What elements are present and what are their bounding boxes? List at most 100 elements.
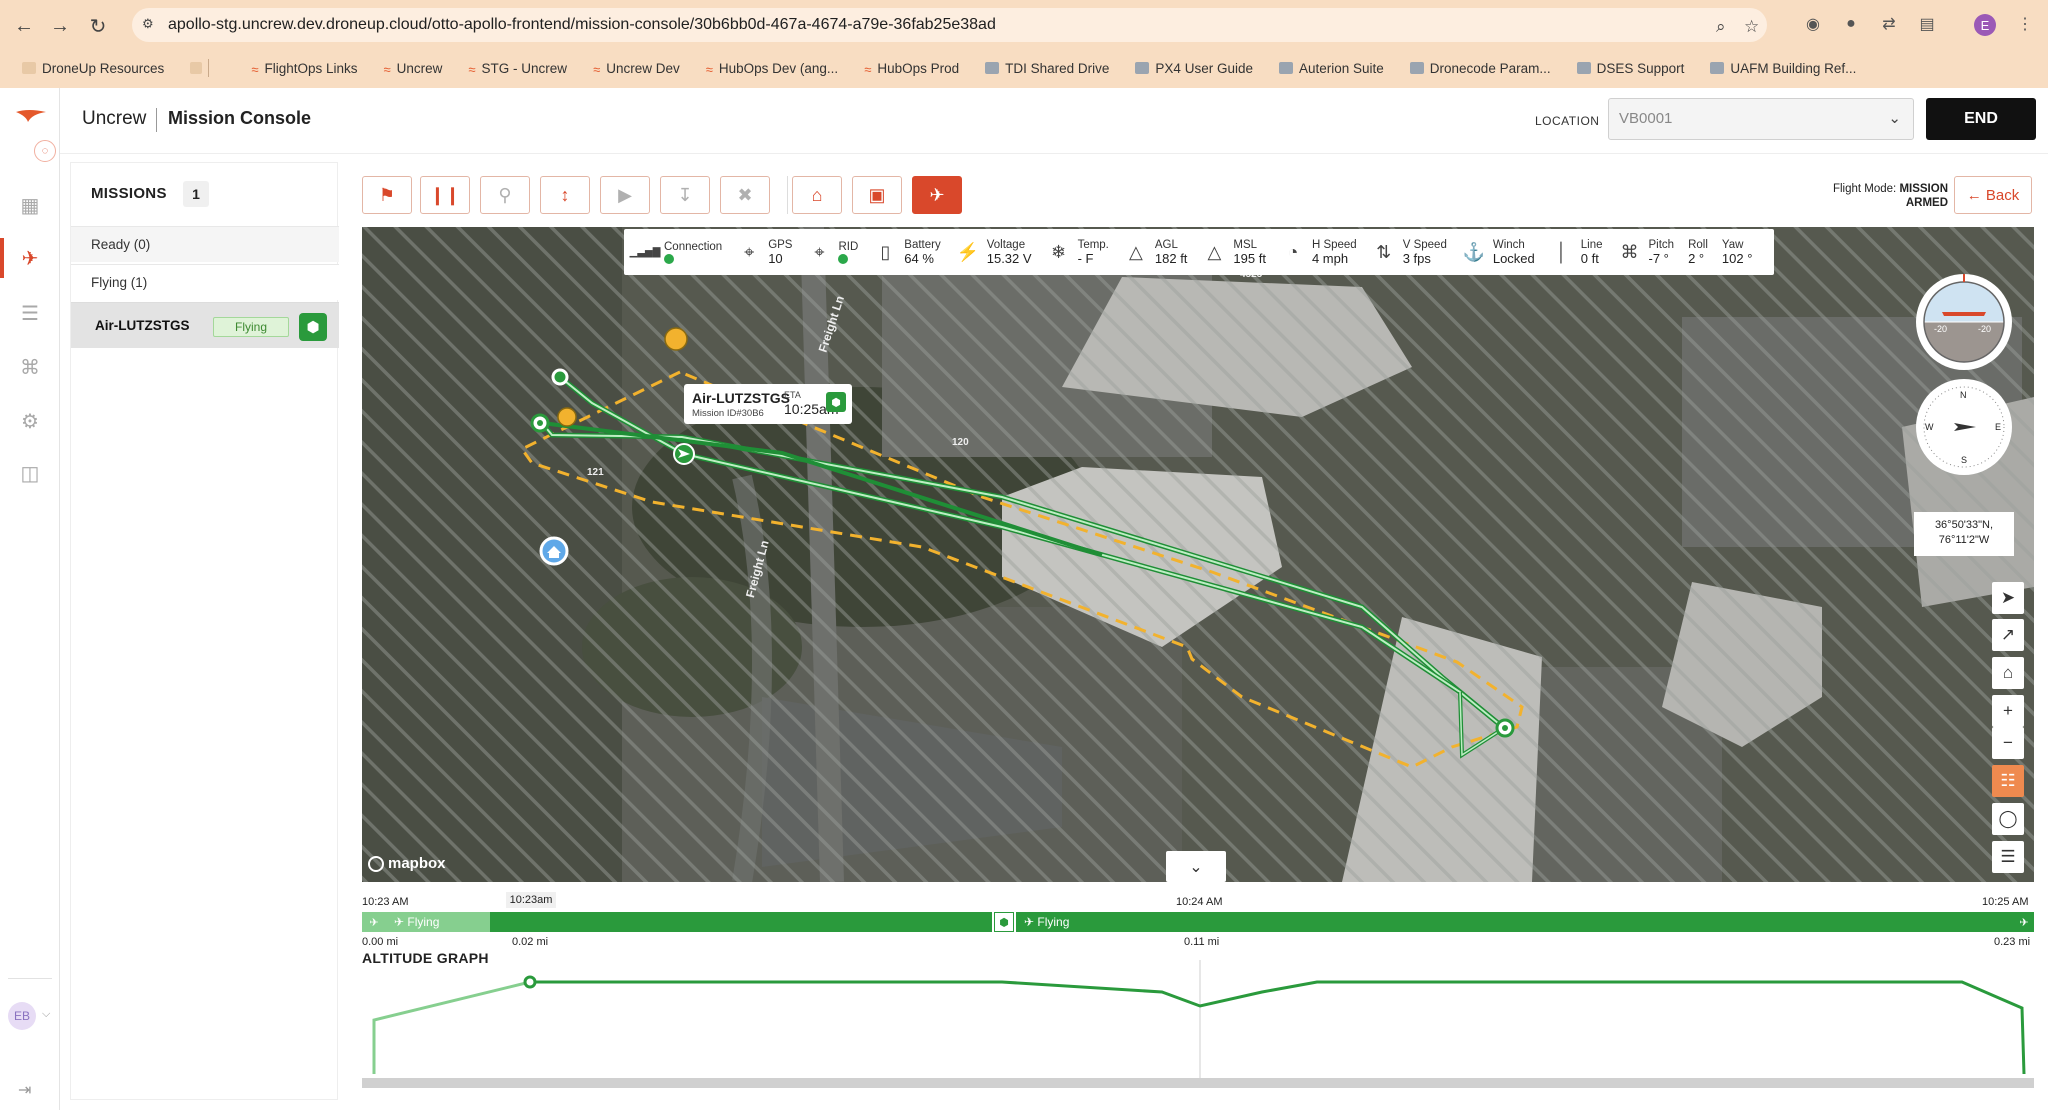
collapse-map-button[interactable]: ⌄ — [1166, 851, 1226, 882]
home-icon[interactable]: ⌂ — [1992, 657, 2024, 689]
list-icon[interactable]: ☰ — [1992, 841, 2024, 873]
pause-icon[interactable]: ❙❙ — [420, 176, 470, 214]
gps-icon: ⌖ — [744, 241, 755, 262]
hub-icon[interactable]: ◫ — [14, 458, 46, 488]
hazard-marker[interactable] — [664, 327, 688, 351]
layers-icon[interactable]: ☷ — [1992, 765, 2024, 797]
bookmark-item[interactable]: TDI Shared Drive — [985, 61, 1109, 76]
bookmark-item[interactable]: UAFM Building Ref... — [1710, 61, 1856, 76]
menu-dots-icon[interactable]: ⋮ — [2014, 13, 2036, 35]
telemetry-item: ▁▃▅▇ Connection — [630, 239, 722, 265]
status-badge: Flying — [213, 317, 289, 337]
zoom-icon[interactable]: ⌕ — [1716, 17, 1726, 37]
back-button[interactable]: ← Back — [1954, 176, 2032, 214]
land-here-icon[interactable]: ▣ — [852, 176, 902, 214]
mission-map[interactable]: Freight Ln Freight Ln 4525 121 120 ▁▃▅▇C… — [362, 227, 2034, 882]
bookmark-item[interactable]: ≈ FlightOps Links — [251, 61, 357, 78]
reload-icon[interactable]: ↻ — [84, 12, 112, 40]
return-home-icon[interactable]: ⌂ — [792, 176, 842, 214]
bookmark-item[interactable]: Auterion Suite — [1278, 61, 1384, 76]
telemetry-item: ⚡ Voltage 15.32 V — [955, 238, 1032, 266]
coordinates-readout: 36°50'33"N, 76°11'2"W — [1914, 512, 2014, 556]
zoom-in-icon[interactable]: + — [1992, 695, 2024, 727]
drone-nav-icon[interactable]: ✈ — [14, 243, 46, 273]
return-segment[interactable]: ✈ Flying — [1016, 912, 2016, 932]
distance-end: 0.23 mi — [1994, 936, 2031, 948]
forward-arrow-icon[interactable]: → — [46, 12, 74, 40]
chevron-down-icon[interactable]: ⌵ — [42, 1008, 50, 1021]
end-button[interactable]: END — [1926, 98, 2036, 140]
settings-group-icon[interactable]: ⚙ — [14, 406, 46, 436]
cancel-delivery-icon[interactable]: ✖ — [720, 176, 770, 214]
bookmark-divider — [190, 59, 225, 77]
telemetry-value: 182 ft — [1154, 251, 1188, 266]
book-icon — [1135, 62, 1150, 74]
location-select[interactable]: VB0001 ⌄ — [1608, 98, 1914, 140]
address-label: 120 — [952, 437, 969, 448]
flag-icon[interactable]: ⚑ — [362, 176, 412, 214]
dashboard-icon[interactable]: ▦ — [14, 190, 46, 220]
telemetry-label: AGL — [1154, 239, 1178, 251]
flying-section[interactable]: Flying (1) — [71, 264, 339, 300]
telemetry-value: 102 ° — [1721, 251, 1753, 266]
ready-section[interactable]: Ready (0) — [71, 226, 339, 262]
locate-icon[interactable]: ➤ — [1992, 582, 2024, 614]
extension-icon[interactable]: ⇄ — [1878, 13, 1900, 35]
bookmark-item[interactable]: ≈ HubOps Prod — [864, 61, 959, 78]
bookmark-item[interactable]: ≈ STG - Uncrew — [468, 61, 567, 78]
bookmark-item[interactable]: Dronecode Param... — [1409, 61, 1551, 76]
profile-avatar[interactable]: E — [1974, 14, 1996, 36]
remaining-segment[interactable] — [490, 912, 992, 932]
battery-icon: ▯ — [880, 241, 891, 262]
url-text: apollo-stg.uncrew.dev.droneup.cloud/otto… — [168, 16, 996, 33]
extension-icon[interactable]: ◉ — [1802, 13, 1824, 35]
waypoint-marker[interactable] — [551, 368, 569, 386]
bookmark-item[interactable]: ≈ Uncrew — [384, 61, 443, 78]
zoom-out-icon[interactable]: − — [1992, 727, 2024, 759]
address-bar[interactable]: ⚙ apollo-stg.uncrew.dev.droneup.cloud/ot… — [132, 8, 1767, 42]
bookmark-item[interactable]: ≈ Uncrew Dev — [593, 61, 680, 78]
wave-icon: ≈ — [593, 62, 601, 77]
logout-icon[interactable]: ⇥ — [18, 1080, 31, 1100]
altitude-adjust-icon[interactable]: ↕ — [540, 176, 590, 214]
uncrew-logo-icon — [16, 110, 46, 122]
bookmark-item[interactable]: DroneUp Resources — [22, 61, 164, 76]
telemetry-value: 3 fps — [1402, 251, 1431, 266]
record-icon[interactable]: ● — [1840, 13, 1862, 35]
site-settings-icon[interactable]: ⚙ — [142, 16, 160, 34]
telemetry-label: Yaw — [1721, 239, 1744, 251]
mission-timeline: 10:23 AM 10:23am 10:24 AM 10:25 AM ✈ ✈ F… — [362, 890, 2034, 1100]
clipboard-icon[interactable]: ☰ — [14, 298, 46, 328]
waypoint-icon[interactable]: ⚲ — [480, 176, 530, 214]
double-chevron-down-icon: ⌄ — [1189, 858, 1203, 876]
back-arrow-icon[interactable]: ← — [10, 12, 38, 40]
follow-drone-icon[interactable]: ↗ — [1992, 619, 2024, 651]
altitude-cursor-marker[interactable] — [523, 975, 537, 989]
fleet-icon[interactable]: ⌘ — [14, 352, 46, 382]
lock-icon[interactable]: ◌ — [34, 140, 56, 162]
telemetry-value: 0 ft — [1580, 251, 1599, 266]
brand-name: Uncrew — [82, 108, 147, 129]
location-value: VB0001 — [1619, 110, 1673, 127]
user-avatar[interactable]: EB — [8, 1002, 36, 1030]
hazard-marker[interactable] — [557, 407, 577, 427]
winch-drop-icon[interactable]: ↧ — [660, 176, 710, 214]
telemetry-value: 15.32 V — [986, 251, 1032, 266]
shield-icon[interactable]: ◯ — [1992, 803, 2024, 835]
bookmark-star-icon[interactable]: ☆ — [1744, 17, 1759, 37]
status-dot — [838, 254, 849, 264]
emergency-land-icon[interactable]: ✈ — [912, 176, 962, 214]
puzzle-icon[interactable]: ▤ — [1916, 13, 1938, 35]
mapbox-attribution[interactable]: mapbox — [368, 855, 446, 872]
play-icon[interactable]: ▶ — [600, 176, 650, 214]
timeline-scrollbar[interactable] — [362, 1078, 2034, 1088]
flown-segment[interactable]: ✈ Flying — [386, 912, 490, 932]
bookmark-item[interactable]: DSES Support — [1576, 61, 1684, 76]
bookmark-item[interactable]: ≈ HubOps Dev (ang... — [706, 61, 838, 78]
drone-popup[interactable]: Air-LUTZSTGS Mission ID#30B6 ETA 10:25am… — [684, 384, 852, 424]
horizon-left-label: -20 — [1934, 324, 1948, 334]
missions-count: 1 — [183, 181, 209, 207]
mission-row[interactable]: Air-LUTZSTGS Flying ⬢ — [71, 302, 339, 348]
package-icon[interactable]: ⬢ — [299, 313, 327, 341]
bookmark-item[interactable]: PX4 User Guide — [1135, 61, 1253, 76]
